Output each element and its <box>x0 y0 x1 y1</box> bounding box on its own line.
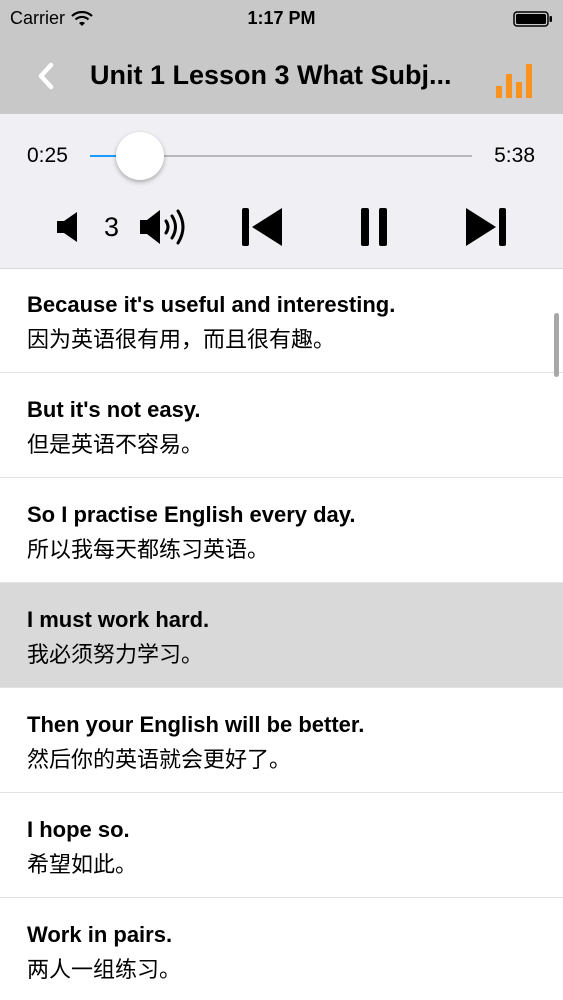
next-track-icon[interactable] <box>462 206 508 248</box>
back-button[interactable] <box>28 58 64 94</box>
sentence-chinese: 所以我每天都练习英语。 <box>27 537 270 562</box>
sentence-row[interactable]: Work in pairs. 两人一组练习。 <box>0 898 563 1000</box>
sentence-row[interactable]: But it's not easy. 但是英语不容易。 <box>0 373 563 478</box>
status-bar: Carrier 1:17 PM <box>0 0 563 38</box>
sentence-list[interactable]: Because it's useful and interesting. 因为英语… <box>0 268 563 1000</box>
sentence-chinese: 因为英语很有用，而且很有趣。 <box>27 327 336 352</box>
pause-icon[interactable] <box>358 206 390 248</box>
total-time: 5:38 <box>494 144 535 167</box>
sentence-row[interactable]: Because it's useful and interesting. 因为英语… <box>0 268 563 373</box>
sentence-chinese: 然后你的英语就会更好了。 <box>27 747 292 772</box>
sentence-chinese: 但是英语不容易。 <box>27 432 204 457</box>
chevron-left-icon <box>38 62 54 90</box>
battery-icon <box>513 11 552 27</box>
sentence-row[interactable]: Then your English will be better. 然后你的英语就… <box>0 688 563 793</box>
sentence-english: So I practise English every day. <box>27 502 356 527</box>
progress-thumb[interactable] <box>116 132 164 180</box>
sentence-chinese: 两人一组练习。 <box>27 957 182 982</box>
sentence-row[interactable]: I hope so. 希望如此。 <box>0 793 563 898</box>
previous-track-icon[interactable] <box>240 206 286 248</box>
sentence-chinese: 我必须努力学习。 <box>27 642 204 667</box>
navigation-bar: Unit 1 Lesson 3 What Subj... <box>0 38 563 114</box>
clock: 1:17 PM <box>247 8 316 28</box>
volume-up-icon[interactable] <box>138 206 190 248</box>
audio-player: 0:25 5:38 3 <box>0 114 563 269</box>
sentence-english: Then your English will be better. <box>27 712 365 737</box>
volume-down-icon[interactable] <box>55 210 81 244</box>
progress-slider[interactable] <box>90 132 472 180</box>
volume-level: 3 <box>104 212 120 242</box>
sentence-english: I must work hard. <box>27 607 210 632</box>
bar-chart-icon[interactable] <box>494 60 538 100</box>
sentence-english: Because it's useful and interesting. <box>27 292 396 317</box>
sentence-row[interactable]: So I practise English every day. 所以我每天都练习… <box>0 478 563 583</box>
scrollbar[interactable] <box>554 313 559 377</box>
sentence-english: But it's not easy. <box>27 397 201 422</box>
sentence-row[interactable]: I must work hard. 我必须努力学习。 <box>0 583 563 688</box>
current-time: 0:25 <box>27 144 68 167</box>
sentence-chinese: 希望如此。 <box>27 852 138 877</box>
sentence-english: Work in pairs. <box>27 922 173 947</box>
page-title: Unit 1 Lesson 3 What Subj... <box>90 60 452 90</box>
sentence-english: I hope so. <box>27 817 130 842</box>
